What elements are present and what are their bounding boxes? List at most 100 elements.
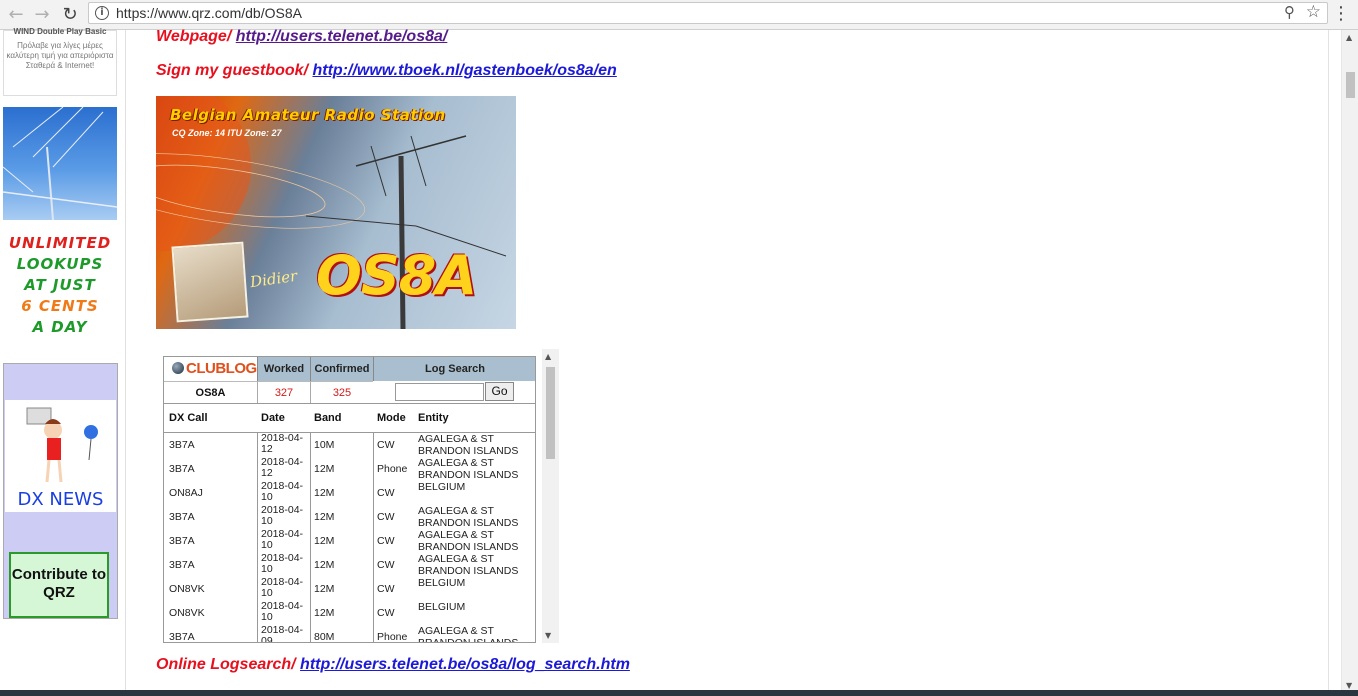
row-entity: BELGIUM — [418, 481, 466, 493]
clublog-logo[interactable]: CLUBLOG — [164, 357, 257, 381]
guestbook-link[interactable]: http://www.tboek.nl/gastenboek/os8a/en — [312, 62, 616, 79]
guestbook-line: Sign my guestbook/ http://www.tboek.nl/g… — [156, 62, 617, 80]
confirmed-header: Confirmed — [310, 357, 373, 381]
row-entity: AGALEGA & ST BRANDON ISLANDS — [418, 505, 519, 529]
row-call: 3B7A — [169, 535, 195, 547]
row-entity: AGALEGA & ST BRANDON ISLANDS — [418, 457, 519, 481]
menu-icon[interactable]: ⋮ — [1332, 3, 1350, 24]
table-row: 3B7A 2018-04-10 12M CW AGALEGA & ST BRANDON … — [164, 504, 535, 530]
row-mode: CW — [377, 559, 395, 571]
antenna-ad[interactable] — [3, 107, 117, 220]
col-band: Band — [314, 412, 342, 424]
guestbook-label: Sign my guestbook/ — [156, 62, 309, 79]
row-mode: CW — [377, 535, 395, 547]
globe-icon — [172, 362, 184, 374]
table-row: ON8AJ 2018-04-10 12M CW BELGIUM — [164, 480, 535, 505]
row-entity: AGALEGA & ST BRANDON ISLANDS — [418, 433, 519, 457]
wind-ad[interactable]: WIND Double Play Basic Πρόλαβε για λίγες… — [3, 27, 117, 96]
row-date: 2018-04-10 — [261, 576, 304, 599]
row-call: 3B7A — [169, 559, 195, 571]
table-row: 3B7A 2018-04-10 12M CW AGALEGA & ST BRANDON … — [164, 552, 535, 578]
table-row: 3B7A 2018-04-12 12M Phone AGALEGA & ST BRAND… — [164, 456, 535, 482]
star-icon[interactable]: ☆ — [1306, 2, 1321, 22]
column-headers: DX Call Date Band Mode Entity — [164, 403, 535, 433]
taskbar — [0, 690, 1358, 696]
row-date: 2018-04-10 — [261, 480, 304, 503]
row-call: 3B7A — [169, 631, 195, 643]
table-row: 3B7A 2018-04-12 10M CW AGALEGA & ST BRANDON … — [164, 432, 535, 458]
address-bar[interactable]: i https://www.qrz.com/db/OS8A ⚲ ☆ — [88, 2, 1328, 24]
log-search-input[interactable] — [395, 383, 484, 401]
forward-icon[interactable]: → — [30, 3, 54, 27]
unlimited-line-4: 6 CENTS — [21, 297, 99, 315]
row-mode: Phone — [377, 631, 408, 643]
scroll-thumb[interactable] — [1346, 72, 1355, 98]
table-row: ON8VK 2018-04-10 12M CW BELGIUM — [164, 600, 535, 625]
unlimited-line-2: LOOKUPS — [16, 255, 104, 273]
logsearch-link[interactable]: http://users.telenet.be/os8a/log_search.… — [300, 656, 630, 673]
back-icon[interactable]: ← — [4, 3, 28, 27]
url-text[interactable]: https://www.qrz.com/db/OS8A — [116, 5, 302, 21]
clublog-header: CLUBLOG OS8A Worked Confirmed Log Search… — [164, 357, 535, 403]
row-band: 12M — [314, 535, 335, 547]
clublog-table: CLUBLOG OS8A Worked Confirmed Log Search… — [163, 356, 536, 643]
operator-photo — [171, 241, 249, 323]
page-scrollbar[interactable]: ▲ ▼ — [1341, 30, 1358, 692]
row-band: 12M — [314, 559, 335, 571]
row-date: 2018-04-10 — [261, 504, 304, 527]
row-mode: CW — [377, 487, 395, 499]
webpage-line: Webpage/ http://users.telenet.be/os8a/ — [156, 28, 447, 46]
content-divider — [1328, 30, 1329, 692]
row-call: ON8VK — [169, 607, 205, 619]
col-entity: Entity — [418, 412, 449, 424]
row-band: 12M — [314, 463, 335, 475]
info-icon[interactable]: i — [95, 6, 109, 20]
row-band: 80M — [314, 631, 335, 643]
row-band: 12M — [314, 511, 335, 523]
row-entity: AGALEGA & ST BRANDON ISLANDS — [418, 625, 519, 643]
webpage-link[interactable]: http://users.telenet.be/os8a/ — [236, 28, 448, 45]
table-row: 3B7A 2018-04-09 80M Phone AGALEGA & ST BRAND… — [164, 625, 535, 643]
row-entity: BELGIUM — [418, 601, 466, 613]
row-band: 12M — [314, 583, 335, 595]
clublog-callsign: OS8A — [164, 381, 257, 403]
row-date: 2018-04-10 — [261, 552, 304, 575]
row-mode: CW — [377, 511, 395, 523]
row-mode: CW — [377, 583, 395, 595]
row-call: 3B7A — [169, 463, 195, 475]
row-band: 12M — [314, 607, 335, 619]
col-dx-call: DX Call — [169, 412, 208, 424]
scroll-up-icon[interactable]: ▲ — [545, 352, 551, 361]
dx-news-title: DX NEWS — [17, 489, 104, 510]
scroll-up-icon[interactable]: ▲ — [1346, 33, 1352, 42]
row-mode: Phone — [377, 463, 408, 475]
unlimited-line-1: UNLIMITED — [8, 234, 112, 252]
zoom-icon[interactable]: ⚲ — [1284, 3, 1295, 21]
worked-value: 327 — [257, 381, 310, 403]
browser-toolbar: ← → ↻ i https://www.qrz.com/db/OS8A ⚲ ☆ … — [0, 0, 1358, 30]
clublog-scrollbar[interactable]: ▲ ▼ — [542, 349, 559, 643]
qsl-card-image: Belgian Amateur Radio Station CQ Zone: 1… — [156, 96, 516, 329]
antenna-image — [3, 107, 117, 220]
row-date: 2018-04-12 — [261, 456, 304, 479]
col-mode: Mode — [377, 412, 406, 424]
webpage-label: Webpage/ — [156, 28, 232, 45]
row-date: 2018-04-12 — [261, 432, 304, 455]
table-row: ON8VK 2018-04-10 12M CW BELGIUM — [164, 576, 535, 601]
reload-icon[interactable]: ↻ — [58, 3, 82, 27]
go-button[interactable]: Go — [485, 382, 514, 401]
row-mode: CW — [377, 439, 395, 451]
row-date: 2018-04-10 — [261, 528, 304, 551]
unlimited-lookups-ad[interactable]: UNLIMITED LOOKUPS AT JUST 6 CENTS A DAY — [3, 233, 117, 338]
scroll-thumb[interactable] — [546, 367, 555, 459]
row-date: 2018-04-10 — [261, 600, 304, 623]
scroll-down-icon[interactable]: ▼ — [1346, 681, 1352, 690]
confirmed-value: 325 — [310, 381, 373, 403]
logsearch-label: Online Logsearch/ — [156, 656, 296, 673]
clublog-widget: CLUBLOG OS8A Worked Confirmed Log Search… — [156, 349, 562, 643]
contribute-button[interactable]: Contribute to QRZ — [9, 552, 109, 618]
wind-ad-title: WIND Double Play Basic — [13, 27, 107, 36]
scroll-down-icon[interactable]: ▼ — [545, 631, 551, 640]
worked-header: Worked — [257, 357, 310, 381]
left-sidebar-ads: WIND Double Play Basic Πρόλαβε για λίγες… — [0, 27, 126, 696]
